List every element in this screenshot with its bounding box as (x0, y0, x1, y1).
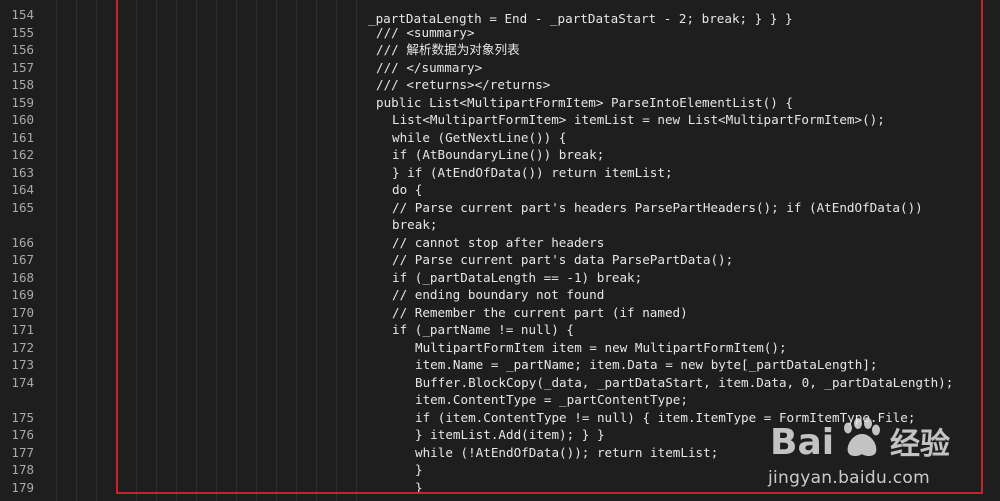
code-line-text: Buffer.BlockCopy(_data, _partDataStart, … (415, 374, 954, 390)
line-number: 155 (11, 24, 34, 40)
line-number: 167 (11, 252, 34, 267)
line-number: 174 (11, 374, 34, 390)
code-line[interactable]: 176 } itemList.Add(item); } } (0, 426, 1000, 444)
code-line-text: break; (392, 217, 438, 232)
code-line-text: if (item.ContentType != null) { item.Ite… (415, 409, 916, 425)
code-line[interactable]: 158 /// <returns></returns> (0, 76, 1000, 94)
line-number: 175 (11, 409, 34, 425)
code-line-text: public List<MultipartFormItem> ParseInto… (376, 94, 794, 110)
code-line[interactable]: 171 if (_partName != null) { (0, 321, 1000, 339)
code-line[interactable]: 159 public List<MultipartFormItem> ParseI… (0, 94, 1000, 112)
line-number: 165 (11, 199, 34, 215)
code-line-text: /// <summary> (376, 24, 475, 40)
line-number: 161 (11, 129, 34, 145)
line-number: 162 (11, 147, 34, 162)
code-line[interactable]: 165 // Parse current part's headers Parse… (0, 199, 1000, 217)
code-line[interactable]: 162 if (AtBoundaryLine()) break; (0, 146, 1000, 164)
line-number: 176 (11, 427, 34, 442)
line-number: 169 (11, 287, 34, 302)
code-line[interactable]: 154 (0, 6, 1000, 24)
code-line[interactable]: 178} (0, 461, 1000, 479)
code-line-text: if (AtBoundaryLine()) break; (392, 147, 605, 162)
code-line[interactable]: 164 do { (0, 181, 1000, 199)
line-number: 159 (11, 94, 34, 110)
line-number: 178 (11, 462, 34, 477)
code-line-text: item.ContentType = _partContentType; (415, 392, 688, 407)
code-line-text: } (415, 479, 423, 495)
code-line-text: } if (AtEndOfData()) return itemList; (392, 164, 673, 180)
line-number: 168 (11, 269, 34, 285)
code-line-text: MultipartFormItem item = new MultipartFo… (415, 339, 787, 355)
code-line-text: // Parse current part's headers ParsePar… (392, 199, 923, 215)
code-line[interactable]: 173 item.Name = _partName; item.Data = ne… (0, 356, 1000, 374)
code-line-text: do { (392, 182, 423, 197)
line-number: 172 (11, 339, 34, 355)
code-line-text: item.Name = _partName; item.Data = new b… (415, 357, 878, 372)
line-number: 170 (11, 304, 34, 320)
line-number: 166 (11, 234, 34, 250)
code-line[interactable]: 160 List<MultipartFormItem> itemList = ne… (0, 111, 1000, 129)
line-number: 154 (11, 7, 34, 22)
code-line-text: /// 解析数据为对象列表 (376, 42, 520, 57)
line-number: 163 (11, 164, 34, 180)
line-number: 173 (11, 357, 34, 372)
line-number: 156 (11, 42, 34, 57)
code-line[interactable]: 155 /// <summary> (0, 24, 1000, 42)
line-number: 164 (11, 182, 34, 197)
code-line-text: if (_partName != null) { (392, 322, 574, 337)
line-number: 179 (11, 479, 34, 495)
code-line-text: } (415, 462, 423, 477)
code-line-text: // ending boundary not found (392, 287, 605, 302)
code-line-text: while (!AtEndOfData()); return itemList; (415, 444, 719, 460)
code-editor[interactable]: _partDataLength = End - _partDataStart -… (0, 0, 1000, 501)
code-line[interactable]: 168 if (_partDataLength == -1) break; (0, 269, 1000, 287)
code-line[interactable]: 157 /// </summary> (0, 59, 1000, 77)
code-line[interactable]: 179} (0, 479, 1000, 497)
code-line[interactable]: 172 MultipartFormItem item = new Multipar… (0, 339, 1000, 357)
line-number: 177 (11, 444, 34, 460)
line-number: 160 (11, 112, 34, 127)
code-line[interactable]: 156 /// 解析数据为对象列表 (0, 41, 1000, 59)
line-number: 157 (11, 59, 34, 75)
line-number: 158 (11, 77, 34, 92)
code-line[interactable]: 163 } if (AtEndOfData()) return itemList; (0, 164, 1000, 182)
code-line[interactable]: 167 // Parse current part's data ParsePar… (0, 251, 1000, 269)
code-line-text: // cannot stop after headers (392, 234, 605, 250)
code-line-text: /// </summary> (376, 59, 483, 75)
code-line[interactable]: 174 Buffer.BlockCopy(_data, _partDataStar… (0, 374, 1000, 392)
code-line-text: while (GetNextLine()) { (392, 129, 567, 145)
code-line-text: List<MultipartFormItem> itemList = new L… (392, 112, 885, 127)
code-line-text: // Remember the current part (if named) (392, 304, 688, 320)
code-line-text: /// <returns></returns> (376, 77, 551, 92)
line-number: 171 (11, 322, 34, 337)
code-line-text: if (_partDataLength == -1) break; (392, 269, 643, 285)
code-line[interactable]: 170 // Remember the current part (if name… (0, 304, 1000, 322)
code-line-text: // Parse current part's data ParsePartDa… (392, 252, 734, 267)
code-line[interactable]: 161 while (GetNextLine()) { (0, 129, 1000, 147)
code-line[interactable]: 169 // ending boundary not found (0, 286, 1000, 304)
code-line[interactable]: break; (0, 216, 1000, 234)
code-line[interactable]: 166 // cannot stop after headers (0, 234, 1000, 252)
code-line[interactable]: 175 if (item.ContentType != null) { item.… (0, 409, 1000, 427)
code-line[interactable]: item.ContentType = _partContentType; (0, 391, 1000, 409)
code-line-text: } itemList.Add(item); } } (415, 427, 605, 442)
code-line[interactable]: 177 while (!AtEndOfData()); return itemLi… (0, 444, 1000, 462)
